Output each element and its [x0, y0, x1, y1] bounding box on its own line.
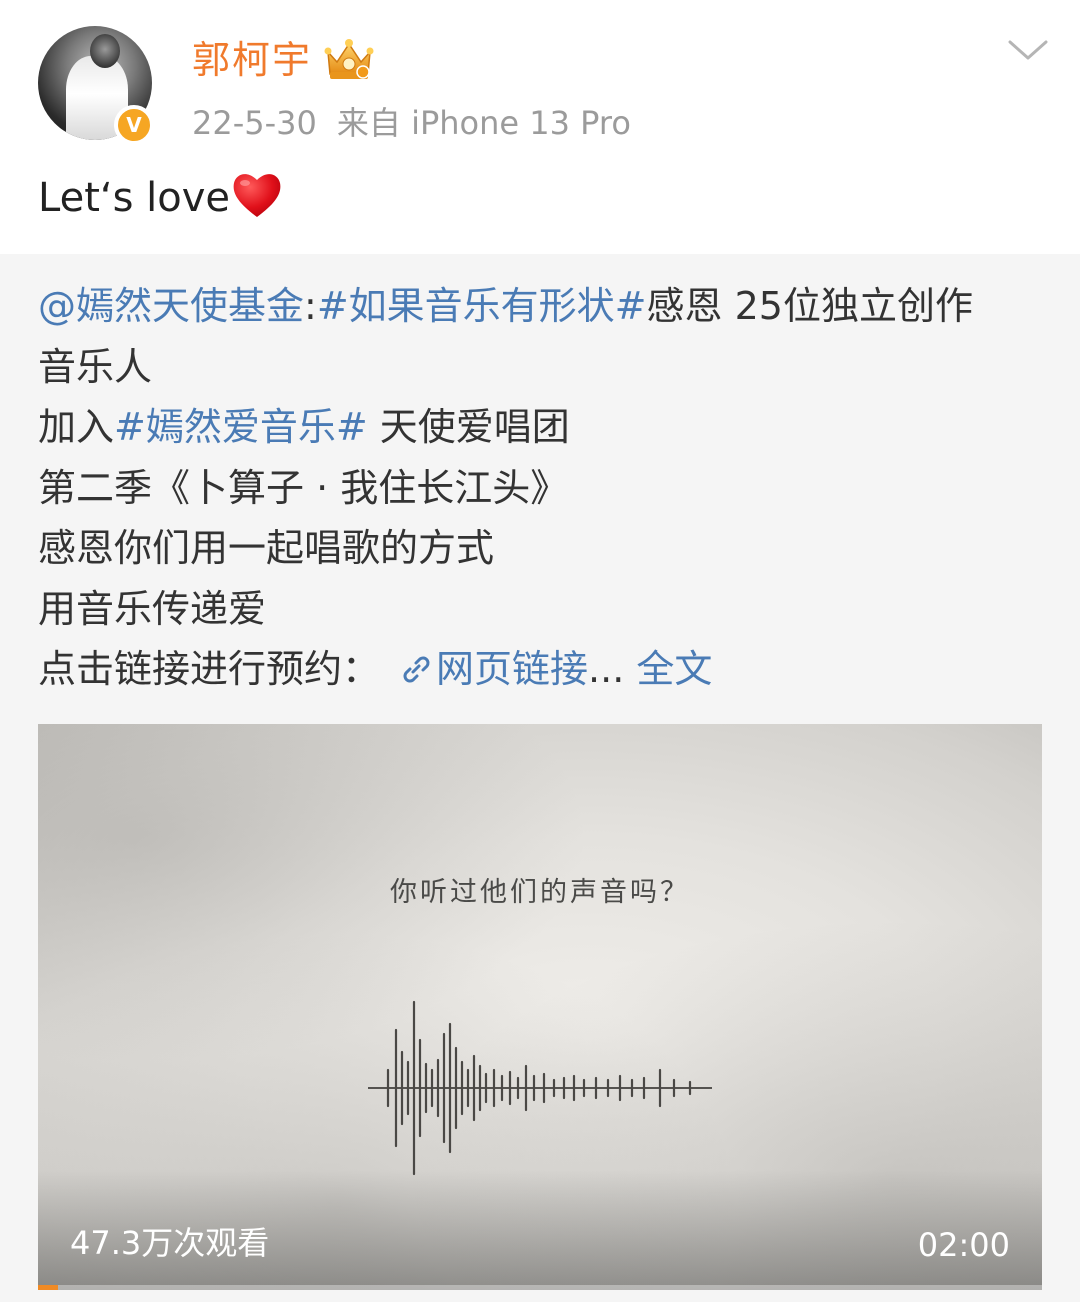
web-link[interactable]: 网页链接	[436, 647, 588, 691]
post-date: 22-5-30	[192, 104, 317, 142]
video-duration: 02:00	[917, 1226, 1010, 1264]
weibo-post: V 郭柯宇 22-5-30 来自 iPhone 13 Pro Let‘s lov…	[0, 0, 1080, 1302]
view-count: 47.3万次观看	[70, 1224, 270, 1262]
chevron-down-icon[interactable]	[1004, 30, 1052, 70]
mention-link[interactable]: @嫣然天使基金	[38, 284, 304, 328]
username[interactable]: 郭柯宇	[192, 34, 312, 86]
retweet-line-5: 感恩你们用一起唱歌的方式	[38, 526, 495, 570]
retweet-line-4: 第二季《卜算子 · 我住长江头》	[38, 465, 569, 510]
verified-badge-icon: V	[114, 105, 154, 145]
post-text: Let‘s love	[38, 168, 284, 228]
link-icon[interactable]	[398, 651, 434, 687]
waveform-graphic	[368, 1000, 712, 1176]
post-source: 来自 iPhone 13 Pro	[336, 104, 631, 142]
full-text-link[interactable]: 全文	[624, 647, 712, 691]
mention-colon: :	[304, 284, 317, 328]
retweet-line-3-prefix: 加入	[38, 405, 115, 449]
video-caption: 你听过他们的声音吗？	[390, 877, 690, 908]
retweet-line-6: 用音乐传递爱	[38, 586, 267, 631]
retweet-line-1-text: 感恩 25位独立创作	[646, 284, 973, 328]
ellipsis: ...	[588, 647, 625, 691]
heart-icon	[233, 174, 281, 217]
video-progress-fill	[38, 1285, 59, 1290]
hashtag-link[interactable]: #如果音乐有形状#	[317, 284, 647, 328]
retweet-line-1: @嫣然天使基金:#如果音乐有形状#感恩 25位独立创作	[38, 276, 1048, 337]
retweet-line-2: 音乐人	[38, 344, 153, 389]
video-player[interactable]: 你听过他们的声音吗？ 47.3万次观看 02:00	[38, 724, 1042, 1290]
post-header: V 郭柯宇 22-5-30 来自 iPhone 13 Pro	[0, 0, 1080, 160]
retweet-line-3-text: 天使爱唱团	[367, 405, 570, 449]
video-progress-bar[interactable]	[38, 1285, 1042, 1290]
retweet-card[interactable]: @嫣然天使基金:#如果音乐有形状#感恩 25位独立创作 音乐人 加入#嫣然爱音乐…	[0, 254, 1080, 1302]
post-text-content: Let‘s love	[38, 175, 231, 221]
hashtag-link[interactable]: #嫣然爱音乐#	[114, 405, 368, 449]
retweet-line-7-prefix: 点击链接进行预约：	[38, 647, 381, 691]
retweet-text: @嫣然天使基金:#如果音乐有形状#感恩 25位独立创作 音乐人 加入#嫣然爱音乐…	[38, 276, 1048, 700]
crown-icon[interactable]	[322, 36, 376, 82]
retweet-line-3: 加入#嫣然爱音乐# 天使爱唱团	[38, 397, 1048, 458]
post-meta: 22-5-30 来自 iPhone 13 Pro	[192, 100, 631, 146]
avatar-head	[90, 34, 120, 68]
retweet-line-7: 点击链接进行预约： 网页链接... 全文	[38, 639, 1048, 700]
